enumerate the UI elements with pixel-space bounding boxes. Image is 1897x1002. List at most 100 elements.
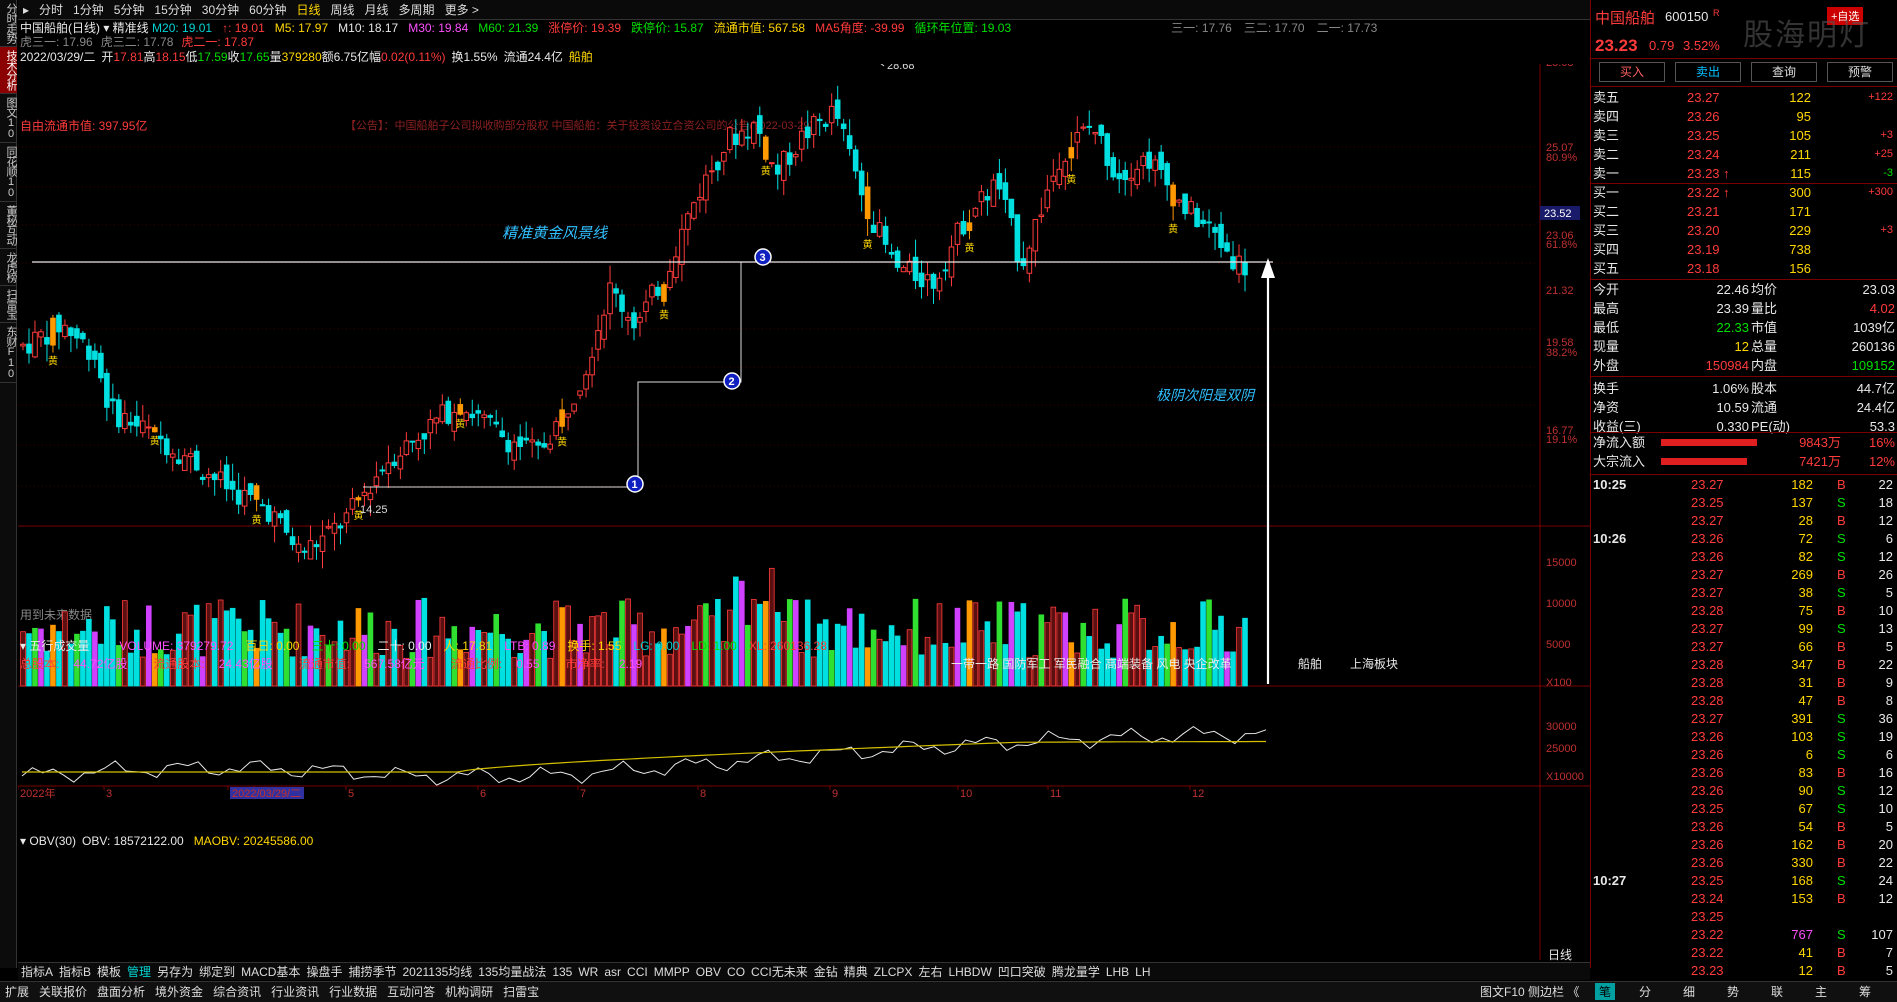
indicator-tab-3[interactable]: 管理 <box>124 963 154 981</box>
candle <box>493 409 500 428</box>
indicator-tab-12[interactable]: WR <box>575 963 601 981</box>
indicator-tab-6[interactable]: MACD基本 <box>238 963 303 981</box>
left-tab-7[interactable]: 东财F10 <box>0 323 17 383</box>
quote-tab-4[interactable]: 联 <box>1771 983 1783 1000</box>
indicator-tab-27[interactable]: LH <box>1132 963 1153 981</box>
ma-value-6: 涨停价: 19.39 <box>548 21 621 35</box>
indicator-tab-19[interactable]: 金钻 <box>811 963 841 981</box>
indicator-tab-18[interactable]: CCI无未来 <box>748 963 811 981</box>
volume-bar <box>271 621 278 687</box>
indicator-tab-14[interactable]: CCI <box>624 963 651 981</box>
candle <box>38 328 44 347</box>
left-tab-strip: 分时走势 技术分析 图文10 同花顺10 董秘互动 龙虎榜 扫雷宝 东财F10 <box>0 0 17 968</box>
price-axis-label: 61.8% <box>1546 239 1577 251</box>
candle <box>259 499 266 507</box>
indicator-tab-16[interactable]: OBV <box>693 963 724 981</box>
chart-indicator[interactable]: ▾ 精准线 <box>103 21 152 35</box>
bottom-tab-6[interactable]: 行业数据 <box>324 982 382 1002</box>
bottom-tab-2[interactable]: 盘面分析 <box>92 982 150 1002</box>
period-tab-9[interactable]: 多周期 <box>394 0 440 20</box>
period-tab-5[interactable]: 60分钟 <box>244 0 291 20</box>
left-tab-3[interactable]: 同花顺10 <box>0 143 17 202</box>
candle <box>810 113 817 148</box>
period-tab-1[interactable]: 1分钟 <box>68 0 109 20</box>
volume-bar <box>1236 626 1242 687</box>
volume-info-4: 流通市值: <box>298 657 351 671</box>
bar-info-14: 0.02(0.11%) <box>381 50 446 64</box>
action-button-0[interactable]: 买入 <box>1599 62 1665 82</box>
kline-chart[interactable]: 28.6825.0780.9%23.0661.8%21.3219.5838.2%… <box>18 64 1590 960</box>
indicator-tab-0[interactable]: 指标A <box>18 963 56 981</box>
quote-tab-5[interactable]: 主 <box>1815 983 1827 1000</box>
bottom-tab-3[interactable]: 境外资金 <box>150 982 208 1002</box>
period-tab-10[interactable]: 更多 > <box>440 0 484 20</box>
quote-tab-6[interactable]: 筹 <box>1859 983 1871 1000</box>
volume-field-5: LTB: 0.89 <box>504 639 556 653</box>
indicator-tab-1[interactable]: 指标B <box>56 963 94 981</box>
indicator-tab-23[interactable]: LHBDW <box>945 963 994 981</box>
indicator-tab-26[interactable]: LHB <box>1103 963 1132 981</box>
indicator-tab-4[interactable]: 另存为 <box>154 963 196 981</box>
candle <box>32 320 38 359</box>
ma-extra-0: 三一: 17.76 <box>1171 21 1232 35</box>
volume-bar <box>1038 614 1045 687</box>
period-tab-3[interactable]: 15分钟 <box>149 0 196 20</box>
period-tab-6[interactable]: 日线 <box>292 0 326 20</box>
candle <box>1224 233 1230 253</box>
ma-value-0: M20: 19.01 <box>152 21 213 35</box>
volume-bar <box>876 638 883 687</box>
action-button-1[interactable]: 卖出 <box>1675 62 1741 82</box>
indicator-tab-9[interactable]: 2021135均线 <box>399 963 475 981</box>
bottom-tab-5[interactable]: 行业资讯 <box>266 982 324 1002</box>
left-tab-2[interactable]: 图文10 <box>0 94 17 143</box>
bottom-tab-8[interactable]: 机构调研 <box>440 982 498 1002</box>
candle <box>391 453 398 469</box>
quote-tab-2[interactable]: 细 <box>1683 983 1695 1000</box>
period-tab-0[interactable]: 分时 <box>34 0 68 20</box>
indicator-tab-11[interactable]: 135 <box>549 963 575 981</box>
tick-row: 23.26 82 S 12 <box>1691 549 1893 564</box>
volume-field-8: LD: 1.00 <box>691 639 737 653</box>
indicator-tab-7[interactable]: 操盘手 <box>303 963 345 981</box>
indicator-tab-10[interactable]: 135均量战法 <box>475 963 549 981</box>
left-tab-0[interactable]: 分时走势 <box>0 0 17 47</box>
left-tab-6[interactable]: 扫雷宝 <box>0 286 17 323</box>
left-tab-1[interactable]: 技术分析 <box>0 47 17 94</box>
period-tab-2[interactable]: 5分钟 <box>109 0 150 20</box>
period-tab-4[interactable]: 30分钟 <box>197 0 244 20</box>
candle <box>1098 124 1105 144</box>
indicator-tab-2[interactable]: 模板 <box>94 963 124 981</box>
bottom-tab-7[interactable]: 互动问答 <box>382 982 440 1002</box>
left-tab-4[interactable]: 董秘互动 <box>0 202 17 249</box>
indicator-tab-15[interactable]: MMPP <box>651 963 693 981</box>
action-button-2[interactable]: 查询 <box>1751 62 1817 82</box>
period-tab-7[interactable]: 周线 <box>326 0 360 20</box>
quote-tab-0[interactable]: 笔 <box>1595 983 1616 1000</box>
bottom-tab-0[interactable]: 扩展 <box>0 982 34 1002</box>
indicator-tab-8[interactable]: 捕捞季节 <box>345 963 399 981</box>
indicator-tab-20[interactable]: 精典 <box>841 963 871 981</box>
bottom-tab-4[interactable]: 综合资讯 <box>208 982 266 1002</box>
sidebar-toggle[interactable]: 图文F10 侧边栏 《 <box>1475 982 1584 1002</box>
indicator-tab-13[interactable]: asr <box>601 963 624 981</box>
quote-tab-1[interactable]: 分 <box>1639 983 1651 1000</box>
bottom-tab-1[interactable]: 关联报价 <box>34 982 92 1002</box>
candle <box>134 400 140 437</box>
action-button-3[interactable]: 预警 <box>1827 62 1893 82</box>
indicator-tab-22[interactable]: 左右 <box>915 963 945 981</box>
price-axis-label: 28.68 <box>1546 64 1574 69</box>
indicator-tab-25[interactable]: 腾龙量学 <box>1049 963 1103 981</box>
indicator-tab-24[interactable]: 凹口突破 <box>995 963 1049 981</box>
tick-row: 23.25 137 S 18 <box>1691 495 1893 510</box>
bottom-tab-9[interactable]: 扫雷宝 <box>498 982 544 1002</box>
indicator-tab-5[interactable]: 绑定到 <box>196 963 238 981</box>
period-menu-icon[interactable]: ▸ <box>18 0 34 20</box>
candle <box>709 155 715 185</box>
left-tab-5[interactable]: 龙虎榜 <box>0 249 17 286</box>
bar-info-16: 流通24.4亿 <box>503 50 563 64</box>
period-tab-8[interactable]: 月线 <box>360 0 394 20</box>
indicator-tab-21[interactable]: ZLCPX <box>871 963 916 981</box>
quote-tab-3[interactable]: 势 <box>1727 983 1739 1000</box>
indicator-tab-17[interactable]: CO <box>724 963 748 981</box>
volume-info-2: 流通股本: <box>153 657 205 671</box>
